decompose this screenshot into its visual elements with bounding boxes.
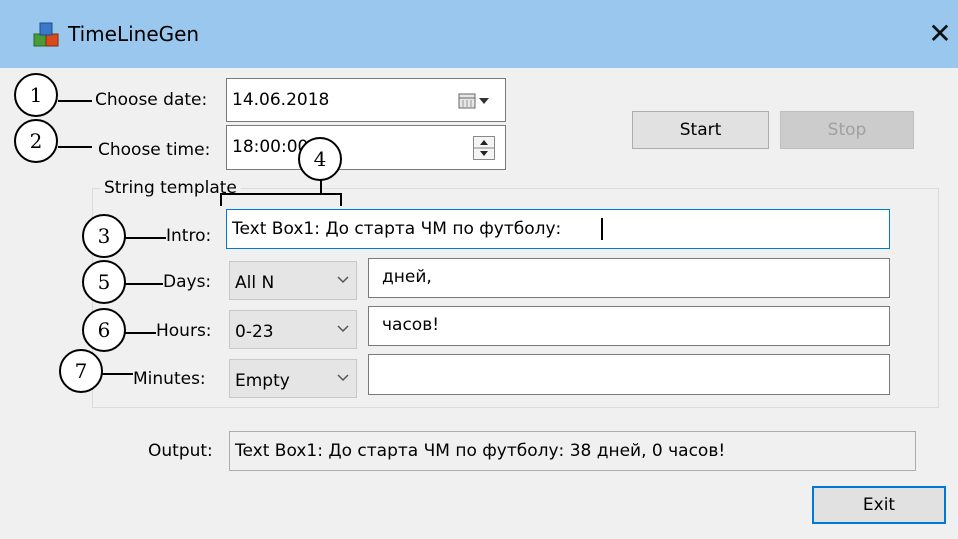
choose-date-label: Choose date: xyxy=(95,90,208,110)
text-cursor xyxy=(601,218,603,240)
callout-4: 4 xyxy=(298,137,342,181)
callout-2: 2 xyxy=(14,119,58,163)
stop-button[interactable]: Stop xyxy=(780,111,914,149)
minutes-format-select[interactable]: Empty xyxy=(229,359,357,398)
minutes-label: Minutes: xyxy=(133,369,206,389)
exit-button[interactable]: Exit xyxy=(812,486,946,524)
days-format-select[interactable]: All N xyxy=(229,261,357,300)
hours-suffix-input[interactable]: часов! xyxy=(368,306,890,346)
time-picker[interactable]: 18:00:00 xyxy=(226,125,506,170)
callout-1-leader xyxy=(58,100,92,102)
output-value: Text Box1: До старта ЧМ по футболу: 38 д… xyxy=(235,441,726,461)
intro-value: Text Box1: До старта ЧМ по футболу: xyxy=(232,219,562,239)
app-cubes-icon xyxy=(32,20,62,50)
spin-updown-icon[interactable] xyxy=(473,136,495,160)
callout-4-bracket-left xyxy=(220,193,222,206)
hours-format-select[interactable]: 0-23 xyxy=(229,310,357,349)
chevron-down-icon xyxy=(337,275,349,283)
calendar-dropdown-icon[interactable] xyxy=(458,92,496,110)
callout-5: 5 xyxy=(82,260,126,304)
chevron-down-icon xyxy=(337,373,349,381)
days-label: Days: xyxy=(163,272,212,292)
callout-4-bracket-right xyxy=(340,193,342,206)
time-value: 18:00:00 xyxy=(232,137,309,157)
callout-1: 1 xyxy=(14,73,58,117)
intro-label: Intro: xyxy=(166,226,212,246)
days-format-value: All N xyxy=(235,273,275,293)
minutes-format-value: Empty xyxy=(235,371,290,391)
days-suffix-input[interactable]: дней, xyxy=(368,258,890,298)
callout-4-leader-stem xyxy=(320,179,322,194)
callout-7-leader xyxy=(101,373,133,375)
callout-7: 7 xyxy=(59,349,103,393)
choose-time-label: Choose time: xyxy=(98,140,211,160)
output-field: Text Box1: До старта ЧМ по футболу: 38 д… xyxy=(229,431,916,471)
callout-2-leader xyxy=(58,146,92,148)
minutes-suffix-input[interactable] xyxy=(368,354,890,395)
start-button[interactable]: Start xyxy=(632,111,769,149)
callout-3: 3 xyxy=(82,214,126,258)
intro-input[interactable]: Text Box1: До старта ЧМ по футболу: xyxy=(226,209,890,249)
days-suffix-value: дней, xyxy=(382,267,432,287)
hours-suffix-value: часов! xyxy=(382,315,440,335)
window-title: TimeLineGen xyxy=(68,22,200,46)
callout-6: 6 xyxy=(82,308,126,352)
close-icon[interactable]: ✕ xyxy=(922,16,958,52)
callout-3-leader xyxy=(124,237,166,239)
date-picker[interactable]: 14.06.2018 xyxy=(226,78,506,122)
output-label: Output: xyxy=(148,441,213,461)
callout-5-leader xyxy=(124,283,163,285)
chevron-down-icon xyxy=(337,324,349,332)
callout-4-bracket-top xyxy=(220,193,342,195)
date-value: 14.06.2018 xyxy=(232,90,330,110)
hours-label: Hours: xyxy=(156,321,212,341)
hours-format-value: 0-23 xyxy=(235,322,274,342)
callout-6-leader xyxy=(124,332,156,334)
